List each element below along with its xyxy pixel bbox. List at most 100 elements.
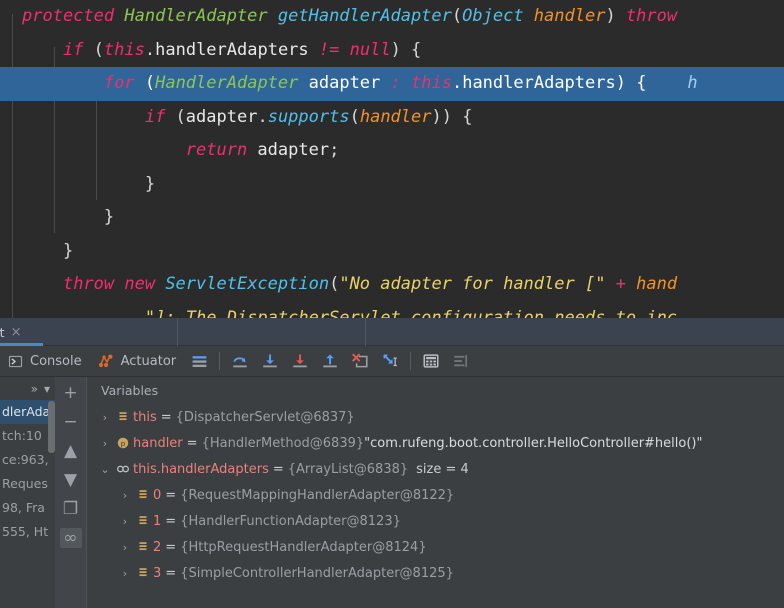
variables-panel[interactable]: Variables › this = {DispatcherServlet@6837}… xyxy=(86,377,784,608)
code-token: supports xyxy=(267,106,350,127)
variable-size: size = 4 xyxy=(416,461,469,477)
code-token: ( xyxy=(349,106,360,127)
code-line: } xyxy=(0,201,784,235)
code-token: this xyxy=(103,39,145,60)
step-over-icon xyxy=(233,357,247,368)
layout-settings-icon xyxy=(192,355,207,367)
frames-scrollbar[interactable] xyxy=(48,401,55,453)
code-line: if (adapter.supports(handler)) { xyxy=(0,101,784,135)
debug-toolbar: Console Actuator xyxy=(0,346,784,377)
debug-session-tab[interactable]: ot × xyxy=(0,318,178,346)
variable-equals: = xyxy=(165,565,177,581)
code-lines: protected HandlerAdapter getHandlerAdapt… xyxy=(0,0,784,318)
variable-equals: = xyxy=(165,539,177,555)
add-watch-button[interactable]: + xyxy=(60,383,82,403)
code-token: handler xyxy=(359,106,432,127)
force-step-into-button[interactable] xyxy=(285,346,315,377)
frame-row[interactable]: tch:10 xyxy=(0,424,55,448)
variable-equals: = xyxy=(165,487,177,503)
code-token: ) { xyxy=(615,73,647,93)
code-token: + xyxy=(605,274,637,294)
code-line: } xyxy=(0,235,784,269)
code-token: ( xyxy=(451,6,463,26)
move-up-button[interactable]: ▲ xyxy=(60,441,82,461)
chevron-right-icon[interactable]: › xyxy=(117,515,133,528)
variables-tree[interactable]: › this = {DispatcherServlet@6837} › p handler =… xyxy=(87,404,784,586)
variable-row[interactable]: › 2 = {HttpRequestHandlerAdapter@8124} xyxy=(87,534,784,560)
frame-row[interactable]: dlerAda xyxy=(0,400,55,424)
run-to-cursor-button[interactable] xyxy=(375,346,405,377)
console-button[interactable]: Console xyxy=(0,346,90,377)
variable-equals: = xyxy=(186,435,198,451)
variable-row[interactable]: ⌄ this.handlerAdapters = {ArrayList@6838} si… xyxy=(87,456,784,482)
chevron-right-icon[interactable]: › xyxy=(117,567,133,580)
variable-row[interactable]: › p handler = {HandlerMethod@6839} "com.rufe… xyxy=(87,430,784,456)
code-token: null xyxy=(349,39,391,60)
chevron-right-icon[interactable]: › xyxy=(97,437,113,450)
step-into-icon xyxy=(263,354,277,368)
variable-row[interactable]: › 1 = {HandlerFunctionAdapter@8123} xyxy=(87,508,784,534)
step-into-button[interactable] xyxy=(255,346,285,377)
svg-text:p: p xyxy=(121,439,126,448)
chevron-right-icon[interactable]: › xyxy=(97,411,113,424)
chevron-down-icon[interactable]: ⌄ xyxy=(97,463,113,476)
step-over-button[interactable] xyxy=(225,346,255,377)
mute-breakpoints-button[interactable] xyxy=(446,346,476,377)
toolbar-separator xyxy=(410,352,412,370)
code-token: . xyxy=(257,106,268,127)
frames-overflow-icon[interactable]: » xyxy=(31,382,38,396)
chevron-right-icon[interactable]: › xyxy=(117,541,133,554)
frames-panel[interactable]: » ▾ dlerAda tch:10 ce:963, Reques 98, Fra 555… xyxy=(0,377,55,608)
frame-row[interactable]: Reques xyxy=(0,472,55,496)
variable-name: 0 xyxy=(153,487,162,503)
frames-header: » ▾ xyxy=(0,377,55,400)
actuator-label: Actuator xyxy=(120,353,177,369)
move-down-button[interactable]: ▼ xyxy=(60,470,82,490)
copy-value-button[interactable]: ❐ xyxy=(60,499,82,519)
close-icon[interactable]: × xyxy=(11,326,22,339)
debug-tab-slot-2[interactable] xyxy=(178,318,366,346)
code-token: hand xyxy=(636,274,678,294)
code-token: "No adapter for handler [" xyxy=(339,274,606,294)
watches-toggle-button[interactable]: ∞ xyxy=(59,528,82,548)
code-token: adapter xyxy=(308,73,391,93)
code-token: } xyxy=(22,207,115,227)
evaluate-expression-button[interactable] xyxy=(416,346,446,377)
variable-row[interactable]: › 0 = {RequestMappingHandlerAdapter@8122} xyxy=(87,482,784,508)
variable-icon-wrap xyxy=(113,462,133,476)
code-editor[interactable]: protected HandlerAdapter getHandlerAdapt… xyxy=(0,0,784,318)
variable-type: {RequestMappingHandlerAdapter@8122} xyxy=(180,487,455,503)
console-label: Console xyxy=(30,353,82,369)
code-token: this xyxy=(411,73,452,93)
code-token: ServletException xyxy=(165,274,330,294)
frame-row[interactable]: 98, Fra xyxy=(0,496,55,520)
variable-row[interactable]: › this = {DispatcherServlet@6837} xyxy=(87,404,784,430)
drop-frame-button[interactable] xyxy=(345,346,375,377)
variable-value: "com.rufeng.boot.controller.HelloControl… xyxy=(364,435,703,451)
debug-tabstrip: ot × xyxy=(0,318,784,346)
remove-watch-button[interactable]: − xyxy=(60,412,82,432)
frames-list[interactable]: dlerAda tch:10 ce:963, Reques 98, Fra 555, Ht xyxy=(0,400,55,608)
variable-name: 1 xyxy=(153,513,162,529)
layout-settings-button[interactable] xyxy=(184,346,214,377)
variable-type: {HttpRequestHandlerAdapter@8124} xyxy=(180,539,427,555)
code-token: protected xyxy=(22,6,125,26)
frame-row[interactable]: 555, Ht xyxy=(0,520,55,544)
code-token: handlerAdapters xyxy=(155,39,319,60)
field-icon xyxy=(119,412,127,421)
code-token: handlerAdapters xyxy=(462,73,616,93)
run-to-cursor-icon xyxy=(383,354,398,367)
variable-row[interactable]: › 3 = {SimpleControllerHandlerAdapter@8125} xyxy=(87,560,784,586)
code-token: adapter xyxy=(257,140,330,160)
actuator-button[interactable]: Actuator xyxy=(90,346,185,377)
variable-icon-wrap xyxy=(113,410,133,424)
step-out-button[interactable] xyxy=(315,346,345,377)
chevron-right-icon[interactable]: › xyxy=(117,489,133,502)
code-token: throw xyxy=(615,6,678,26)
chevron-down-icon[interactable]: ▾ xyxy=(44,382,50,396)
frame-row[interactable]: ce:963, xyxy=(0,448,55,472)
code-token: HandlerAdapter xyxy=(124,6,278,26)
